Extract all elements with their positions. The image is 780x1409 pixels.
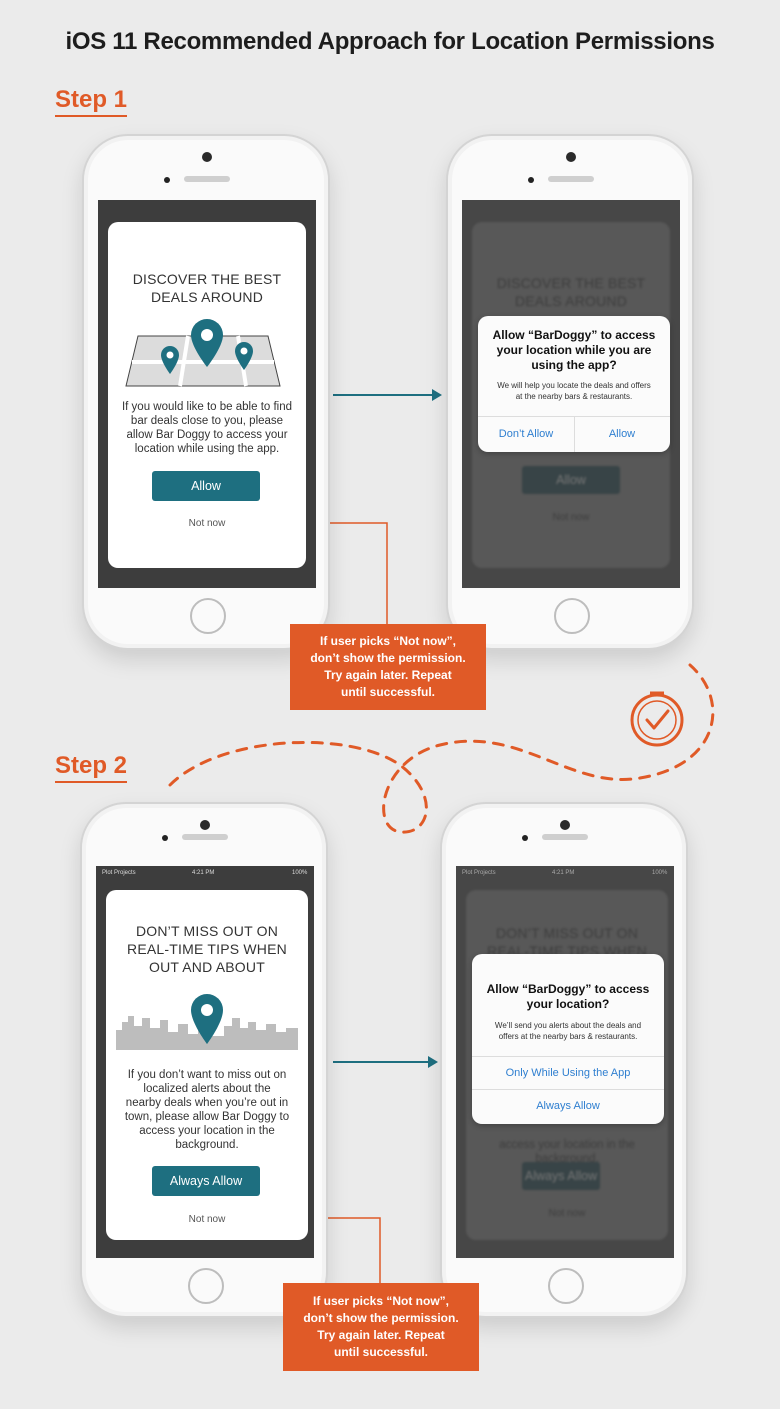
phone-step2-prompt: Plot Projects 4:21 PM 100% DON’T MISS OU… [80,802,328,1318]
map-illustration [125,319,281,387]
alert-message: We will help you locate the deals and of… [497,381,651,401]
blurred-card-title: DISCOVER THE BEST DEALS AROUND [496,275,646,309]
front-camera [566,152,576,162]
front-camera [560,820,570,830]
front-camera [202,152,212,162]
not-now-link[interactable]: Not now [108,518,306,529]
step2-callout: If user picks “Not now”, don’t show the … [283,1283,479,1371]
blurred-not-now: Not now [552,512,590,523]
card-body: If you would like to be able to find bar… [121,401,293,455]
blurred-allow-button: Allow [522,466,620,494]
always-allow-button[interactable]: Always Allow [152,1166,260,1196]
card-body: If you don’t want to miss out on localiz… [124,1069,290,1151]
allow-button[interactable]: Allow [152,471,260,501]
ios-permission-alert: Allow “BarDoggy” to access your location… [472,954,664,1124]
status-battery: 100% [652,870,668,876]
sensor [522,835,528,841]
screen: DISCOVER THE BEST DEALS AROUND If you wo… [98,200,316,588]
ios-permission-alert: Allow “BarDoggy” to access your location… [478,316,670,452]
alert-message: We’ll send you alerts about the deals an… [494,1021,642,1041]
status-carrier: Plot Projects [462,870,496,876]
only-while-using-button[interactable]: Only While Using the App [472,1057,664,1089]
speaker [548,176,594,182]
status-time: 4:21 PM [552,870,575,876]
clock-icon [630,691,684,747]
screen: DISCOVER THE BEST DEALS AROUND Allow Not… [462,200,680,588]
screen: Plot Projects 4:21 PM 100% DON’T MISS OU… [456,866,674,1258]
home-button [548,1268,584,1304]
arrow-right-icon [333,1056,438,1068]
arrow-right-icon [333,389,442,401]
sensor [528,177,534,183]
speaker [182,834,228,840]
sensor [162,835,168,841]
blurred-always-allow-button: Always Allow [522,1162,600,1190]
sensor [164,177,170,183]
front-camera [200,820,210,830]
phone-step1-prompt: DISCOVER THE BEST DEALS AROUND If you wo… [82,134,330,650]
speaker [542,834,588,840]
not-now-link[interactable]: Not now [106,1214,308,1225]
home-button [190,598,226,634]
permission-primer-card: DON’T MISS OUT ON REAL-TIME TIPS WHEN OU… [106,890,308,1240]
phone-step2-system-alert: Plot Projects 4:21 PM 100% DON’T MISS OU… [440,802,688,1318]
dont-allow-button[interactable]: Don’t Allow [478,416,574,452]
allow-button[interactable]: Allow [574,416,670,452]
status-carrier: Plot Projects [102,870,136,876]
phone-step1-system-alert: DISCOVER THE BEST DEALS AROUND Allow Not… [446,134,694,650]
status-battery: 100% [292,870,308,876]
home-button [188,1268,224,1304]
always-allow-button[interactable]: Always Allow [472,1090,664,1122]
alert-title: Allow “BarDoggy” to access your location… [492,328,656,372]
permission-primer-card: DISCOVER THE BEST DEALS AROUND If you wo… [108,222,306,568]
blurred-not-now: Not now [548,1208,586,1219]
speaker [184,176,230,182]
alert-title: Allow “BarDoggy” to access your location… [486,982,650,1011]
step1-callout: If user picks “Not now”, don’t show the … [290,624,486,710]
status-time: 4:21 PM [192,870,215,876]
screen: Plot Projects 4:21 PM 100% DON’T MISS OU… [96,866,314,1258]
home-button [554,598,590,634]
